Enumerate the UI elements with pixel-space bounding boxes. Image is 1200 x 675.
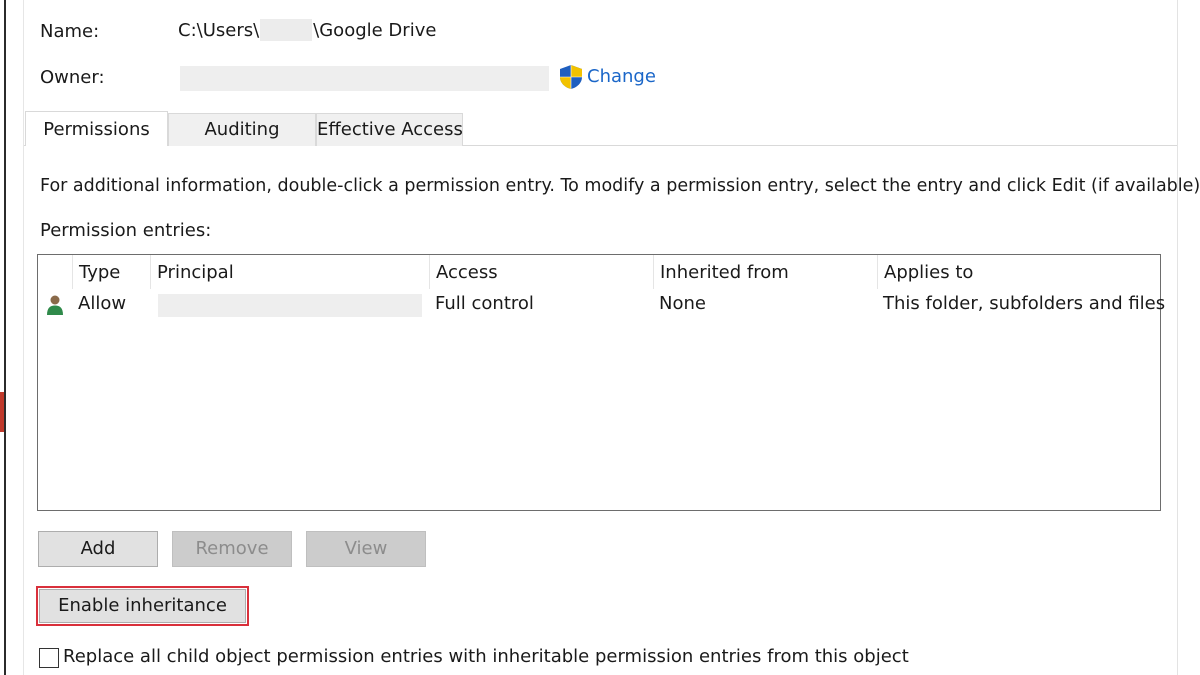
window-right-edge bbox=[1177, 0, 1200, 675]
column-header-access[interactable]: Access bbox=[429, 255, 653, 289]
user-icon bbox=[47, 295, 63, 315]
entry-access: Full control bbox=[435, 293, 534, 314]
tab-effective-access[interactable]: Effective Access bbox=[316, 113, 463, 146]
column-header-principal[interactable]: Principal bbox=[150, 255, 429, 289]
permission-entry-row[interactable]: Allow Full control None This folder, sub… bbox=[38, 289, 1165, 321]
info-text: For additional information, double-click… bbox=[40, 176, 1200, 196]
uac-shield-icon[interactable] bbox=[558, 64, 584, 90]
entry-principal-redacted bbox=[158, 294, 422, 317]
owner-value-redacted bbox=[180, 66, 549, 91]
owner-label: Owner: bbox=[40, 67, 105, 88]
redacted-username bbox=[260, 19, 313, 41]
entry-applies-to: This folder, subfolders and files bbox=[883, 293, 1166, 314]
permission-entries-label: Permission entries: bbox=[40, 220, 212, 241]
column-header-inherited-from[interactable]: Inherited from bbox=[653, 255, 877, 289]
name-path-suffix: \Google Drive bbox=[313, 19, 437, 41]
entry-type: Allow bbox=[78, 293, 127, 314]
enable-inheritance-highlight bbox=[36, 586, 249, 626]
tab-auditing[interactable]: Auditing bbox=[168, 113, 316, 146]
tab-permissions[interactable]: Permissions bbox=[25, 111, 168, 146]
replace-child-permissions-label[interactable]: Replace all child object permission entr… bbox=[63, 646, 909, 667]
background-window-accent bbox=[0, 392, 4, 432]
permission-entries-list[interactable]: Type Principal Access Inherited from App… bbox=[37, 254, 1165, 511]
change-owner-link[interactable]: Change bbox=[587, 66, 656, 87]
column-header-type[interactable]: Type bbox=[72, 255, 150, 289]
add-button[interactable]: Add bbox=[38, 531, 158, 567]
column-header-applies-to[interactable]: Applies to bbox=[877, 255, 1160, 289]
replace-child-permissions-checkbox[interactable] bbox=[39, 648, 59, 668]
name-label: Name: bbox=[40, 21, 100, 42]
window-left-edge bbox=[0, 0, 24, 675]
entry-inherited-from: None bbox=[659, 293, 706, 314]
remove-button[interactable]: Remove bbox=[172, 531, 292, 567]
window-border bbox=[4, 0, 6, 675]
name-value: C:\Users\ \Google Drive bbox=[178, 19, 436, 41]
name-path-prefix: C:\Users\ bbox=[178, 19, 260, 41]
view-button[interactable]: View bbox=[306, 531, 426, 567]
